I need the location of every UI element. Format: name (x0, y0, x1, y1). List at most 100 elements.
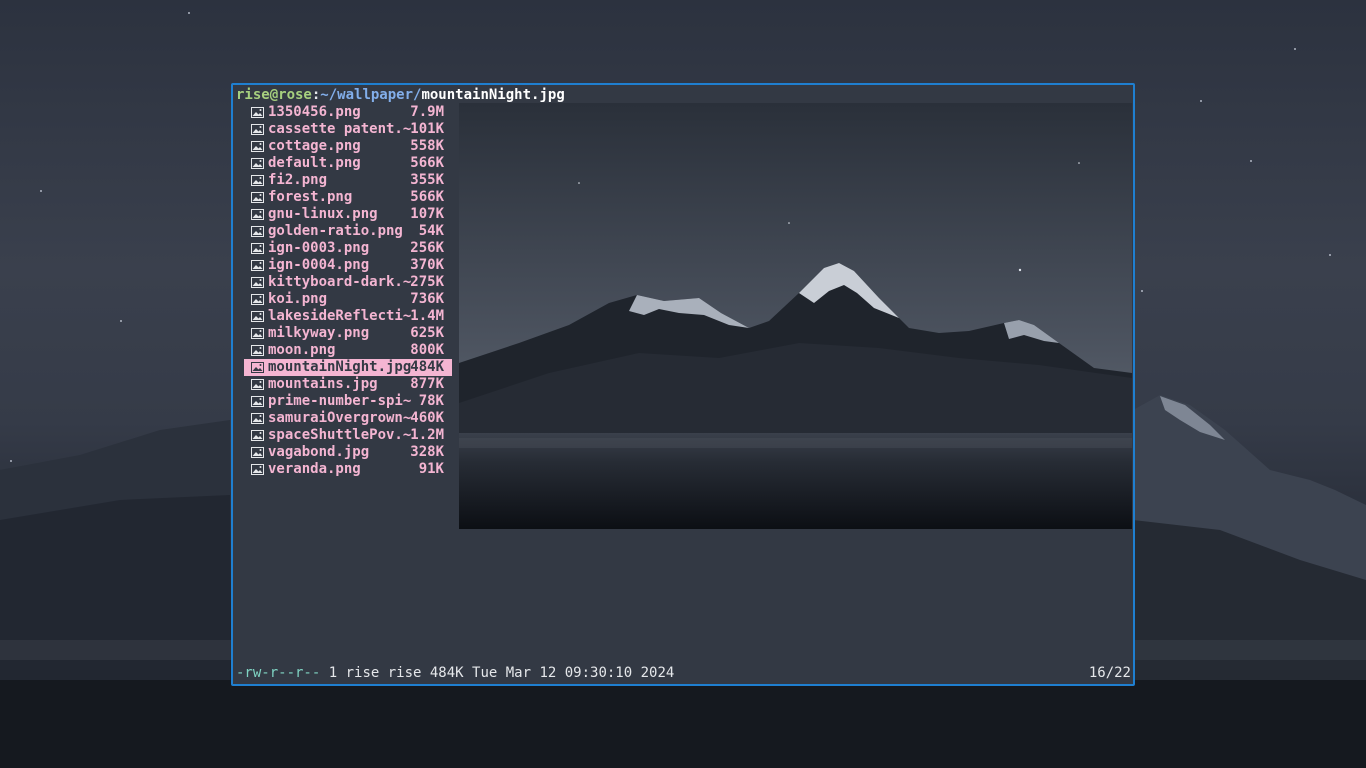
image-file-icon (251, 294, 264, 305)
file-size: 328K (410, 444, 444, 460)
image-file-icon (251, 328, 264, 339)
file-size: 877K (410, 376, 444, 392)
file-list-item[interactable]: milkyway.png 625K (244, 325, 452, 342)
image-file-icon (251, 447, 264, 458)
file-name: milkyway.png (268, 325, 370, 341)
file-name: golden-ratio.png (268, 223, 403, 239)
terminal-title-path: rise@rose:~/wallpaper/mountainNight.jpg (236, 87, 565, 104)
file-list-item[interactable]: moon.png 800K (244, 342, 452, 359)
file-name: ign-0003.png (268, 240, 370, 256)
file-list-item[interactable]: veranda.png 91K (244, 461, 452, 478)
file-size: 558K (410, 138, 444, 154)
file-list-item[interactable]: ign-0003.png 256K (244, 240, 452, 257)
image-file-icon (251, 192, 264, 203)
file-name: 1350456.png (268, 104, 361, 120)
file-name: cottage.png (268, 138, 361, 154)
file-position-counter: 16/22 (1088, 665, 1131, 681)
current-directory: ~/wallpaper/ (320, 87, 422, 103)
file-name: cassette patent.~ (268, 121, 412, 137)
image-file-icon (251, 243, 264, 254)
file-size: 256K (410, 240, 444, 256)
image-file-icon (251, 124, 264, 135)
file-size: 625K (410, 325, 444, 341)
image-file-icon (251, 379, 264, 390)
image-file-icon (251, 430, 264, 441)
file-name: fi2.png (268, 172, 328, 188)
image-file-icon (251, 277, 264, 288)
file-list-item[interactable]: kittyboard-dark.~ 275K (244, 274, 452, 291)
file-name: lakesideReflecti~ (268, 308, 412, 324)
file-list-item[interactable]: prime-number-spi~ 78K (244, 393, 452, 410)
file-list-item[interactable]: spaceShuttlePov.~ 1.2M (244, 427, 452, 444)
image-file-icon (251, 345, 264, 356)
file-size: 736K (410, 291, 444, 307)
file-name: forest.png (268, 189, 353, 205)
file-list-item[interactable]: koi.png 736K (244, 291, 452, 308)
file-name: moon.png (268, 342, 336, 358)
file-list-item[interactable]: lakesideReflecti~ 1.4M (244, 308, 452, 325)
file-name: kittyboard-dark.~ (268, 274, 412, 290)
file-name: samuraiOvergrown~ (268, 410, 412, 426)
file-list-item[interactable]: default.png 566K (244, 155, 452, 172)
file-size: 275K (410, 274, 444, 290)
mountain-night-preview-image (459, 103, 1132, 529)
file-size: 484K (410, 359, 444, 375)
image-file-icon (251, 260, 264, 271)
file-list-item[interactable]: ign-0004.png 370K (244, 257, 452, 274)
file-name: ign-0004.png (268, 257, 370, 273)
file-list-item[interactable]: cassette patent.~ 101K (244, 121, 452, 138)
image-file-icon (251, 226, 264, 237)
file-size: 355K (410, 172, 444, 188)
image-file-icon (251, 396, 264, 407)
file-name: mountains.jpg (268, 376, 378, 392)
file-details: 1 rise rise 484K Tue Mar 12 09:30:10 202… (320, 665, 675, 681)
file-permissions: -rw-r--r-- (236, 665, 321, 681)
file-list-item[interactable]: samuraiOvergrown~ 460K (244, 410, 452, 427)
image-file-icon (251, 107, 264, 118)
image-file-icon (251, 141, 264, 152)
file-size: 101K (410, 121, 444, 137)
image-file-icon (251, 158, 264, 169)
image-file-icon (251, 464, 264, 475)
current-file-name: mountainNight.jpg (421, 87, 565, 103)
image-file-icon (251, 311, 264, 322)
user-host: rise@rose (236, 87, 312, 103)
image-file-icon (251, 209, 264, 220)
file-list-item[interactable]: gnu-linux.png 107K (244, 206, 452, 223)
file-size: 566K (410, 155, 444, 171)
status-bar: -rw-r--r-- 1 rise rise 484K Tue Mar 12 0… (236, 665, 674, 682)
file-name: veranda.png (268, 461, 361, 477)
image-file-icon (251, 175, 264, 186)
file-list-item[interactable]: 1350456.png 7.9M (244, 104, 452, 121)
image-preview (459, 103, 1132, 529)
file-list-item[interactable]: golden-ratio.png 54K (244, 223, 452, 240)
file-size: 78K (418, 393, 444, 409)
file-name: default.png (268, 155, 361, 171)
file-name: vagabond.jpg (268, 444, 370, 460)
file-list-item[interactable]: fi2.png 355K (244, 172, 452, 189)
file-list-item[interactable]: mountains.jpg 877K (244, 376, 452, 393)
file-size: 800K (410, 342, 444, 358)
terminal-window[interactable]: rise@rose:~/wallpaper/mountainNight.jpg … (231, 83, 1135, 686)
file-size: 107K (410, 206, 444, 222)
file-size: 370K (410, 257, 444, 273)
file-name: koi.png (268, 291, 328, 307)
file-size: 1.4M (410, 308, 444, 324)
file-size: 91K (418, 461, 444, 477)
file-size: 566K (410, 189, 444, 205)
image-file-icon (251, 362, 264, 373)
file-list-item[interactable]: vagabond.jpg 328K (244, 444, 452, 461)
file-size: 54K (418, 223, 444, 239)
file-list-item[interactable]: cottage.png 558K (244, 138, 452, 155)
file-size: 1.2M (410, 427, 444, 443)
file-name: mountainNight.jpg (268, 359, 412, 375)
file-name: gnu-linux.png (268, 206, 378, 222)
file-list: 1350456.png 7.9M cassette patent.~ 101K cott… (244, 104, 452, 478)
file-name: prime-number-spi~ (268, 393, 412, 409)
file-size: 460K (410, 410, 444, 426)
file-name: spaceShuttlePov.~ (268, 427, 412, 443)
file-list-item-selected[interactable]: mountainNight.jpg 484K (244, 359, 452, 376)
file-size: 7.9M (410, 104, 444, 120)
file-list-item[interactable]: forest.png 566K (244, 189, 452, 206)
image-file-icon (251, 413, 264, 424)
